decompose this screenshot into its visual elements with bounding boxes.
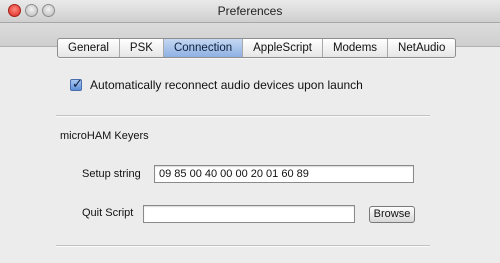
auto-reconnect-label: Automatically reconnect audio devices up… [90,78,363,92]
title-bar: Preferences [0,0,500,23]
tab-general[interactable]: General [58,39,120,57]
tab-psk[interactable]: PSK [120,39,164,57]
tab-netaudio[interactable]: NetAudio [388,39,455,57]
setup-string-label: Setup string [82,168,141,180]
quit-script-field[interactable] [143,205,355,223]
window-title: Preferences [217,4,283,18]
tab-bar: General PSK Connection AppleScript Modem… [57,38,457,58]
checkmark-icon: ✓ [72,76,83,91]
auto-reconnect-option: ✓ Automatically reconnect audio devices … [70,76,363,92]
auto-reconnect-checkbox[interactable]: ✓ [70,76,83,91]
quit-script-label: Quit Script [82,207,134,219]
tab-applescript[interactable]: AppleScript [243,39,323,57]
browse-button[interactable]: Browse [369,206,415,223]
setup-string-field[interactable]: 09 85 00 40 00 00 20 01 60 89 [154,165,414,183]
section-title: microHAM Keyers [60,130,149,142]
separator [56,115,430,117]
tab-modems[interactable]: Modems [323,39,389,57]
separator [56,245,430,247]
tab-connection[interactable]: Connection [163,39,244,57]
